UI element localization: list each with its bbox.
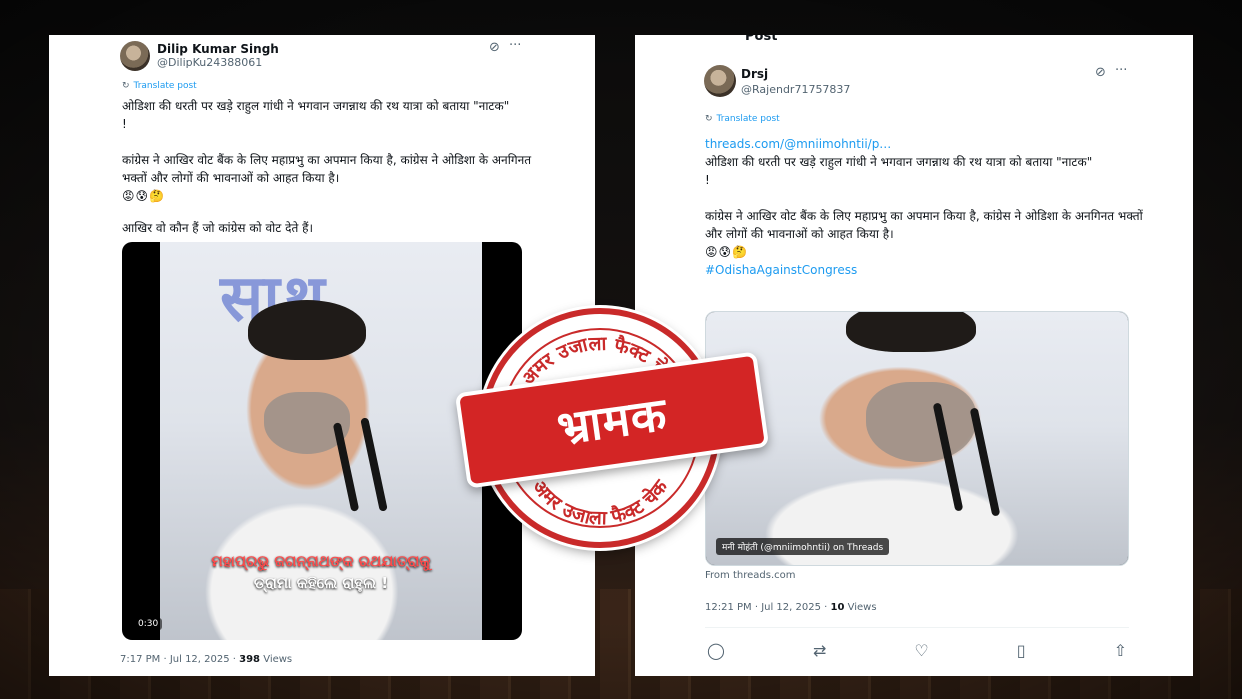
translate-icon: ↻	[122, 81, 130, 91]
post-text: threads.com/@mniimohntii/p… ओडिशा की धरत…	[705, 135, 1145, 279]
retweet-icon[interactable]: ⇄	[813, 641, 826, 660]
author-name[interactable]: Dilip Kumar Singh	[157, 42, 279, 56]
emoji-row: 😡😰🤔	[705, 245, 748, 259]
speaker-hair	[846, 312, 976, 352]
views-label: Views	[260, 654, 293, 665]
grok-icon[interactable]: ⊘	[1095, 65, 1106, 80]
bookmark-icon[interactable]: ▯	[1017, 641, 1026, 660]
caption-line-1: ମହାପ୍ରଭୁ ଜଗନ୍ନାଥଙ୍କ ରଥଯାତ୍ରାକୁ	[211, 552, 431, 570]
post-paragraph: कांग्रेस ने आखिर वोट बैंक के लिए महाप्रभ…	[705, 209, 1143, 241]
divider	[705, 627, 1129, 628]
translate-label: Translate post	[133, 81, 197, 91]
timestamp-text: 12:21 PM · Jul 12, 2025 ·	[705, 602, 831, 613]
views-label: Views	[844, 602, 877, 613]
page-header-partial: Post	[745, 35, 778, 44]
views-count: 398	[239, 654, 261, 665]
media-source-tag: मनी मोहंती (@mniimohntii) on Threads	[716, 538, 890, 555]
share-icon[interactable]: ⇧	[1114, 641, 1127, 660]
emoji-row: 😡😰🤔	[122, 189, 165, 203]
caption-line-2: ଡ୍ରାମା କହିଲେ ରାହୁଲ !	[253, 574, 389, 592]
translate-label: Translate post	[716, 114, 780, 124]
more-icon[interactable]: ···	[509, 38, 521, 53]
translate-post-link[interactable]: ↻ Translate post	[122, 81, 197, 91]
from-source-label[interactable]: From threads.com	[705, 570, 795, 581]
translate-icon: ↻	[705, 114, 713, 124]
hashtag-link[interactable]: #OdishaAgainstCongress	[705, 261, 1145, 279]
threads-link[interactable]: threads.com/@mniimohntii/p…	[705, 135, 1145, 153]
avatar[interactable]	[704, 65, 736, 97]
post-paragraph: ओडिशा की धरती पर खड़े राहुल गांधी ने भगव…	[705, 155, 1093, 187]
avatar[interactable]	[120, 41, 150, 71]
svg-text:अमर उजाला फैक्ट चेक: अमर उजाला फैक्ट चेक	[528, 475, 673, 529]
author-handle[interactable]: @DilipKu24388061	[157, 56, 262, 69]
post-paragraph: आखिर वो कौन हैं जो कांग्रेस को वोट देते …	[122, 221, 314, 235]
post-paragraph: कांग्रेस ने आखिर वोट बैंक के लिए महाप्रभ…	[122, 153, 532, 185]
verdict-label: भ्रामक	[553, 386, 671, 456]
more-icon[interactable]: ···	[1115, 63, 1127, 78]
like-icon[interactable]: ♡	[914, 641, 928, 660]
reply-icon[interactable]: ◯	[707, 641, 725, 660]
timestamp-text: 7:17 PM · Jul 12, 2025 ·	[120, 654, 240, 665]
video-caption: ମହାପ୍ରଭୁ ଜଗନ୍ନାଥଙ୍କ ରଥଯାତ୍ରାକୁ ଡ୍ରାମା କହ…	[160, 552, 482, 592]
speaker-beard	[866, 382, 976, 462]
speaker-hair	[248, 300, 366, 360]
post-timestamp[interactable]: 12:21 PM · Jul 12, 2025 · 10 Views	[705, 602, 877, 613]
stamp-bottom-text: अमर उजाला फैक्ट चेक	[528, 475, 673, 529]
grok-icon[interactable]: ⊘	[489, 40, 500, 55]
views-count: 10	[830, 602, 845, 613]
video-duration: 0:30	[134, 618, 163, 630]
action-bar: ◯ ⇄ ♡ ▯ ⇧	[707, 641, 1127, 660]
post-timestamp[interactable]: 7:17 PM · Jul 12, 2025 · 398 Views	[120, 654, 292, 665]
translate-post-link[interactable]: ↻ Translate post	[705, 114, 780, 124]
video-frame: साथ ମହାପ୍ରଭୁ ଜଗନ୍ନାଥଙ୍କ ରଥଯାତ୍ରାକୁ ଡ୍ରାମ…	[160, 242, 482, 640]
author-handle[interactable]: @Rajendr71757837	[741, 83, 850, 96]
author-name[interactable]: Drsj	[741, 67, 768, 81]
post-paragraph: ओडिशा की धरती पर खड़े राहुल गांधी ने भगव…	[122, 99, 510, 131]
link-card-media[interactable]: मनी मोहंती (@mniimohntii) on Threads	[705, 311, 1129, 566]
post-text: ओडिशा की धरती पर खड़े राहुल गांधी ने भगव…	[122, 97, 542, 237]
